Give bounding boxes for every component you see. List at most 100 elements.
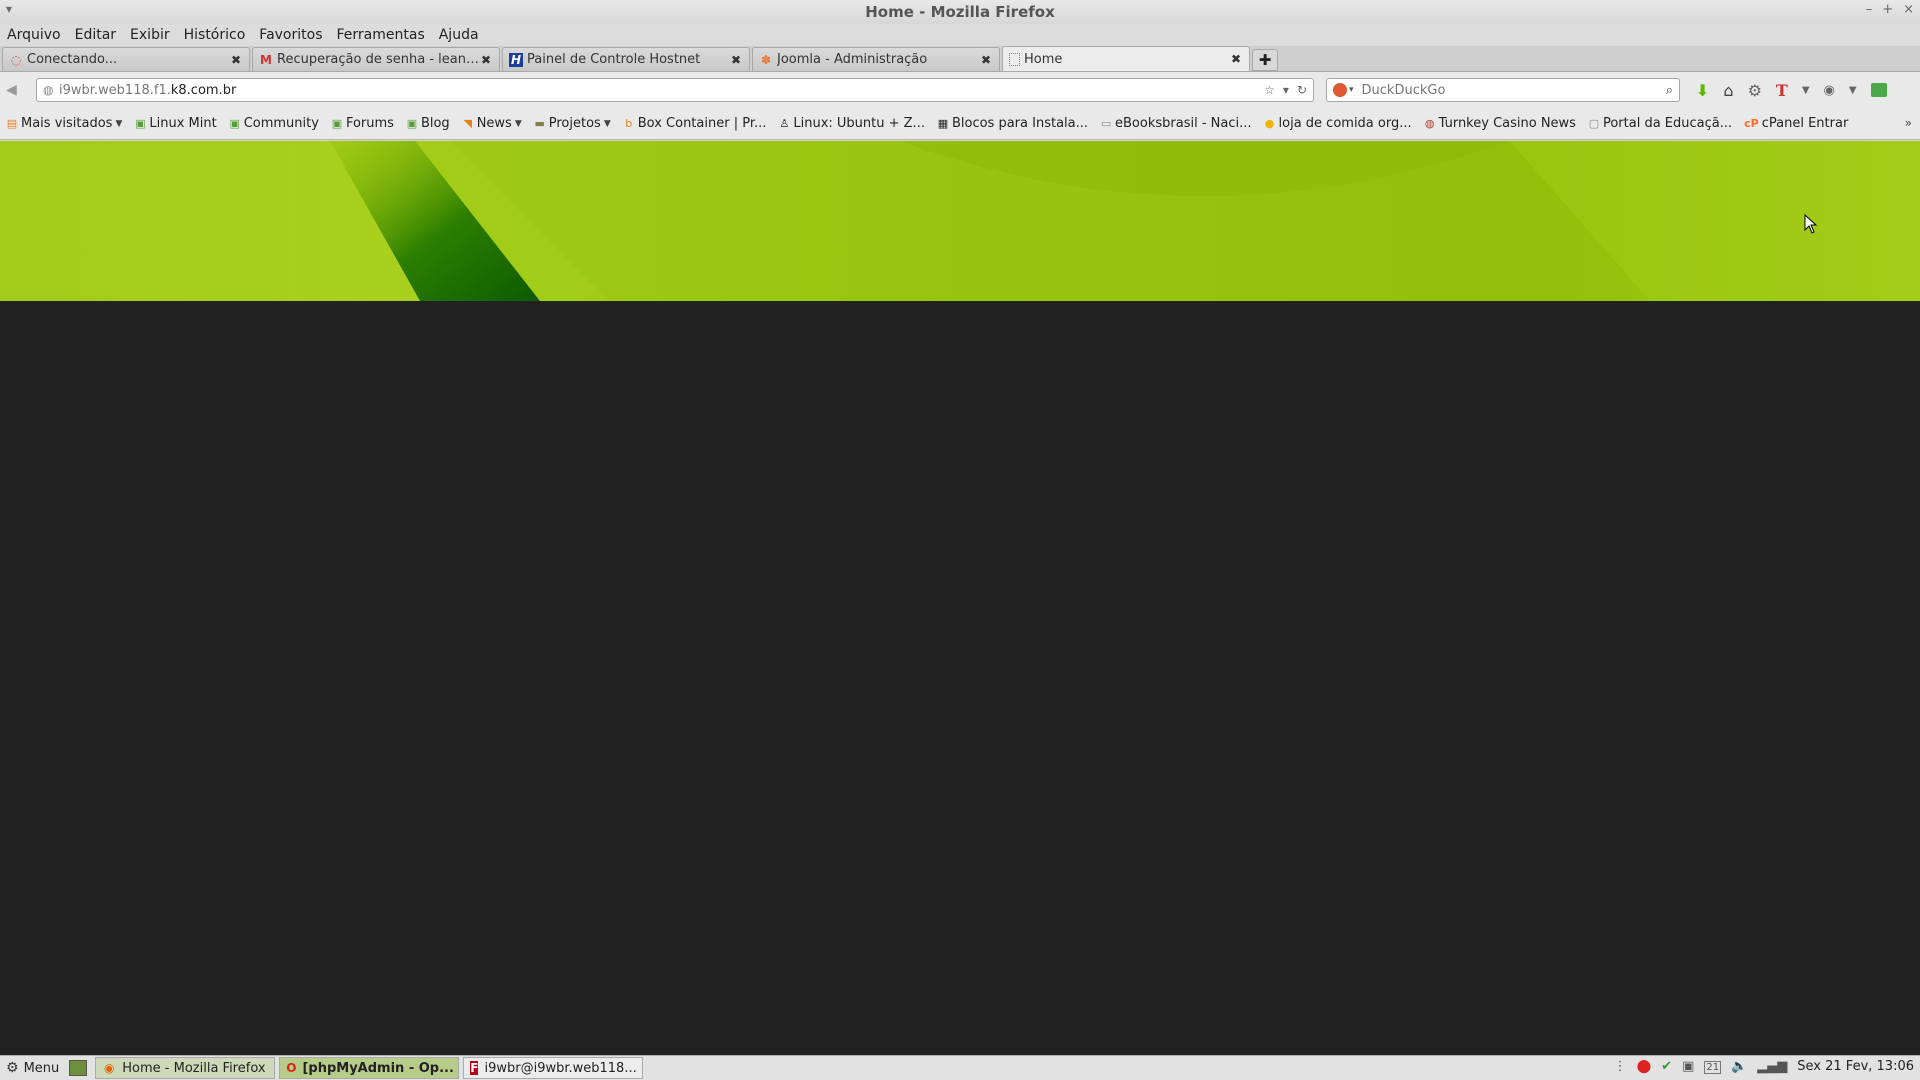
new-tab-button[interactable]: ✚: [1252, 49, 1278, 71]
bookmark-blocos[interactable]: ▦ Blocos para Instala...: [937, 116, 1088, 131]
chat-addon-icon[interactable]: ◉: [1824, 83, 1835, 98]
show-desktop-icon[interactable]: [69, 1060, 88, 1076]
ebooks-icon: ▭: [1100, 117, 1112, 130]
update-manager-icon[interactable]: ✔: [1661, 1059, 1672, 1074]
navigation-bar: ◀ ◍ i9wbr.web118.f1.k8.com.br ☆ ▾ ↻ ▾ ⌕ …: [0, 72, 1920, 108]
volume-icon[interactable]: 🔈: [1731, 1059, 1747, 1074]
site-identity-icon[interactable]: ◍: [43, 83, 59, 97]
clock[interactable]: Sex 21 Fev, 13:06: [1797, 1059, 1914, 1074]
bookmark-portal-educacao[interactable]: ▢ Portal da Educaçã...: [1588, 116, 1732, 131]
task-phpmyadmin[interactable]: O [phpMyAdmin - Op...: [279, 1057, 460, 1079]
close-tab-icon[interactable]: ✖: [979, 53, 993, 67]
close-tab-icon[interactable]: ✖: [729, 53, 743, 67]
back-button[interactable]: ◀: [6, 82, 36, 98]
page-content: [0, 141, 1920, 1055]
start-menu-button[interactable]: ⚙ Menu: [6, 1060, 59, 1076]
addon-gear-icon[interactable]: ⚙: [1748, 81, 1762, 100]
download-icon[interactable]: ⬇: [1696, 81, 1709, 100]
network-monitor-icon[interactable]: ▣: [1682, 1059, 1694, 1074]
close-window-button[interactable]: ×: [1903, 2, 1914, 17]
cpanel-icon: cP: [1744, 117, 1759, 130]
bookmark-cpanel[interactable]: cP cPanel Entrar: [1744, 116, 1848, 131]
bookmark-label: Blocos para Instala...: [951, 116, 1089, 131]
bookmark-label: Linux: Ubuntu + Z...: [793, 116, 925, 131]
search-icon[interactable]: ⌕: [1666, 83, 1673, 98]
history-dropdown-icon[interactable]: ▾: [1283, 83, 1289, 97]
menu-editar[interactable]: Editar: [75, 27, 116, 43]
url-prefix: i9wbr.web118.f1.: [59, 82, 171, 98]
wifi-signal-icon[interactable]: ▂▄▆: [1757, 1059, 1787, 1074]
tab-bar: ◌ Conectando... ✖ M Recuperação de senha…: [0, 46, 1920, 72]
task-label: i9wbr@i9wbr.web118...: [484, 1060, 637, 1076]
bookmark-news[interactable]: ◥ News ▼: [462, 116, 521, 131]
chat-dropdown-icon[interactable]: ▼: [1849, 85, 1857, 96]
tab-painel-hostnet[interactable]: H Painel de Controle Hostnet ✖: [502, 47, 750, 71]
bookmark-label: Blog: [420, 116, 450, 131]
bookmark-linux-ubuntu[interactable]: ♙ Linux: Ubuntu + Z...: [778, 116, 925, 131]
tab-joomla-admin[interactable]: ✽ Joomla - Administração ✖: [752, 47, 1000, 71]
reload-icon[interactable]: ↻: [1297, 83, 1307, 97]
bookmark-loja-comida[interactable]: ● loja de comida org...: [1264, 116, 1412, 131]
bookmark-blog[interactable]: ▣ Blog: [406, 116, 450, 131]
window-menu-icon[interactable]: ▾: [6, 2, 12, 16]
bookmark-projetos[interactable]: ▬ Projetos ▼: [534, 116, 611, 131]
toolbar-icons: ⬇ ⌂ ⚙ T ▼ ◉ ▼: [1696, 81, 1887, 100]
search-engine-dropdown-icon[interactable]: ▾: [1349, 85, 1354, 95]
tab-conectando[interactable]: ◌ Conectando... ✖: [2, 47, 250, 71]
blocks-icon: ▦: [937, 117, 949, 130]
dropdown-arrow-icon: ▼: [115, 118, 123, 129]
home-icon[interactable]: ⌂: [1723, 81, 1733, 100]
menu-arquivo[interactable]: Arquivo: [7, 27, 61, 43]
url-bar-icons: ☆ ▾ ↻: [1264, 83, 1307, 97]
calendar-icon[interactable]: 21: [1704, 1059, 1722, 1074]
joomla-icon: ✽: [760, 52, 772, 67]
search-input[interactable]: [1361, 82, 1666, 98]
bookmark-label: Portal da Educaçã...: [1602, 116, 1733, 131]
mouse-cursor-icon: [1804, 214, 1818, 234]
menu-gear-icon: ⚙: [6, 1060, 19, 1076]
menu-exibir[interactable]: Exibir: [130, 27, 170, 43]
search-bar[interactable]: ▾ ⌕: [1326, 78, 1680, 102]
image-addon-icon[interactable]: [1870, 83, 1887, 97]
close-tab-icon[interactable]: ✖: [479, 53, 493, 67]
opera-icon: O: [286, 1061, 297, 1075]
menu-ferramentas[interactable]: Ferramentas: [337, 27, 425, 43]
blank-page-icon: ▢: [1588, 117, 1600, 130]
update-alert-icon[interactable]: ⬤: [1637, 1059, 1652, 1074]
translate-icon[interactable]: T: [1776, 81, 1788, 100]
url-bar[interactable]: ◍ i9wbr.web118.f1.k8.com.br ☆ ▾ ↻: [36, 78, 1314, 102]
bookmark-turnkey-casino[interactable]: ◍ Turnkey Casino News: [1424, 116, 1576, 131]
window-titlebar: ▾ Home - Mozilla Firefox – + ×: [0, 0, 1920, 24]
close-tab-icon[interactable]: ✖: [229, 53, 243, 67]
translate-dropdown-icon[interactable]: ▼: [1802, 85, 1810, 96]
bookmark-label: Projetos: [548, 116, 601, 131]
menubar: Arquivo Editar Exibir Histórico Favorito…: [0, 24, 1920, 46]
duckduckgo-icon[interactable]: [1333, 83, 1347, 97]
bookmark-forums[interactable]: ▣ Forums: [331, 116, 394, 131]
bookmark-box-container[interactable]: b Box Container | Pr...: [623, 116, 766, 131]
maximize-button[interactable]: +: [1882, 2, 1893, 17]
bookmark-ebooksbrasil[interactable]: ▭ eBooksbrasil - Naci...: [1100, 116, 1252, 131]
bookmarks-overflow-chevron-icon[interactable]: »: [1905, 116, 1912, 130]
url-text[interactable]: i9wbr.web118.f1.k8.com.br: [59, 83, 1264, 98]
bookmark-label: News: [476, 116, 512, 131]
task-firefox[interactable]: ◉ Home - Mozilla Firefox: [95, 1057, 276, 1079]
tab-home[interactable]: Home ✖: [1002, 46, 1250, 71]
bookmarks-bar: ▤ Mais visitados ▼ ▣ Linux Mint ▣ Community …: [0, 108, 1920, 140]
menu-historico[interactable]: Histórico: [184, 27, 246, 43]
blank-page-icon: [1009, 52, 1020, 66]
bookmark-label: Forums: [345, 116, 394, 131]
bookmark-star-icon[interactable]: ☆: [1264, 83, 1275, 97]
taskbar: ⚙ Menu ◉ Home - Mozilla Firefox O [phpMy…: [0, 1055, 1920, 1080]
bookmark-mais-visitados[interactable]: ▤ Mais visitados ▼: [6, 116, 123, 131]
bookmark-label: eBooksbrasil - Naci...: [1115, 116, 1252, 131]
minimize-button[interactable]: –: [1866, 2, 1873, 17]
close-tab-icon[interactable]: ✖: [1229, 52, 1243, 66]
task-filezilla[interactable]: F i9wbr@i9wbr.web118...: [463, 1057, 644, 1079]
tab-recuperacao-senha[interactable]: M Recuperação de senha - leandr... ✖: [252, 47, 500, 71]
bookmark-community[interactable]: ▣ Community: [229, 116, 318, 131]
dropdown-arrow-icon: ▼: [603, 118, 611, 129]
menu-favoritos[interactable]: Favoritos: [259, 27, 322, 43]
bookmark-linux-mint[interactable]: ▣ Linux Mint: [134, 116, 217, 131]
menu-ajuda[interactable]: Ajuda: [439, 27, 479, 43]
